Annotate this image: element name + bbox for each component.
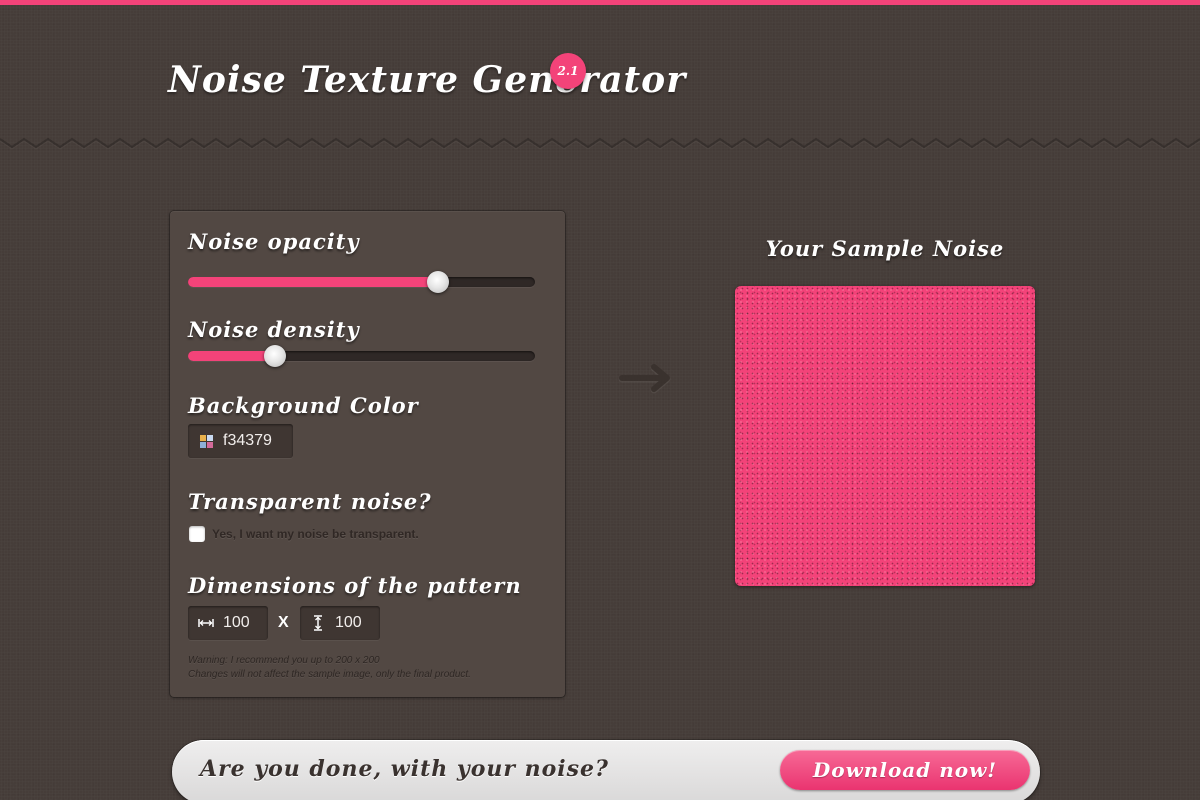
background-color-value: f34379 [223,432,272,449]
width-input[interactable]: 100 [188,606,268,640]
version-badge: 2.1 [550,53,586,89]
transparent-checkbox-label[interactable]: Yes, I want my noise be transparent. [212,527,419,541]
download-question: Are you done, with your noise? [200,756,609,782]
page-title: Noise Texture Generator [168,59,687,101]
zigzag-divider [0,137,1200,150]
height-value: 100 [335,614,362,631]
density-slider-handle[interactable] [263,345,286,367]
opacity-label: Noise opacity [188,229,360,254]
download-bar: Are you done, with your noise? Download … [172,740,1040,800]
density-label: Noise density [188,317,360,342]
sample-noise-preview [735,286,1035,586]
density-slider-fill [188,351,275,361]
header: Noise Texture Generator 2.1 [0,5,1200,145]
transparent-checkbox[interactable] [189,526,205,542]
color-palette-icon[interactable] [198,433,214,449]
height-input[interactable]: 100 [300,606,380,640]
warning-line-2: Changes will not affect the sample image… [188,669,471,680]
sample-title: Your Sample Noise [765,236,1005,261]
warning-line-1: Warning: I recommend you up to 200 x 200 [188,655,380,666]
width-value: 100 [223,614,250,631]
dimension-warning: Warning: I recommend you up to 200 x 200… [188,654,548,682]
width-arrows-icon [198,615,214,631]
background-color-input[interactable]: f34379 [188,424,293,458]
download-button[interactable]: Download now! [780,750,1030,790]
background-color-label: Background Color [188,393,419,418]
opacity-slider-fill [188,277,438,287]
height-arrows-icon [310,615,326,631]
opacity-slider[interactable] [188,271,535,293]
density-slider[interactable] [188,345,535,367]
dimensions-label: Dimensions of the pattern [188,573,522,598]
transparent-label: Transparent noise? [188,489,432,514]
dimension-separator: X [278,614,289,631]
opacity-slider-handle[interactable] [426,271,449,293]
arrow-right-icon [618,364,671,394]
settings-panel: Noise opacity Noise density Background C… [170,211,565,697]
